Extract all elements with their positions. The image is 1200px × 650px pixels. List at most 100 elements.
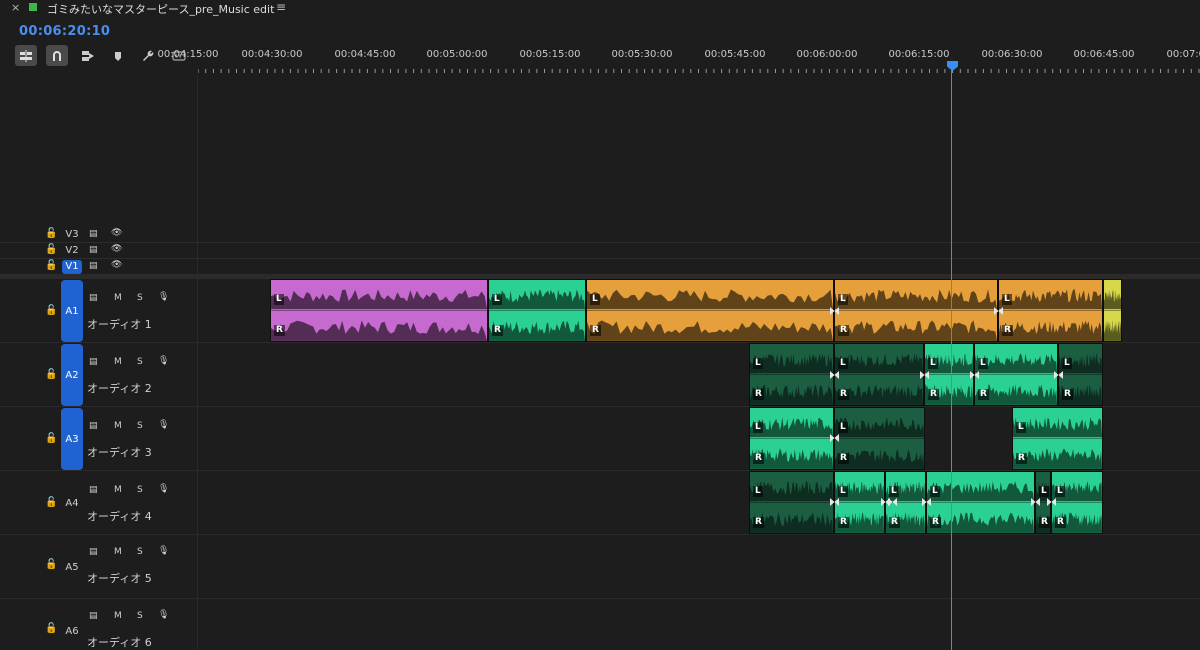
sync-lock-icon[interactable]: ▤ bbox=[89, 547, 98, 557]
sequence-tab[interactable]: × ゴミみたいなマスターピース_pre_Music edit ≡ bbox=[0, 0, 1200, 18]
mute-button[interactable]: M bbox=[114, 547, 122, 557]
sync-lock-icon[interactable]: ▤ bbox=[89, 485, 98, 495]
lock-icon[interactable]: 🔓 bbox=[45, 623, 57, 634]
audio-clip[interactable]: LR bbox=[1051, 471, 1103, 534]
ruler-label: 00:07:00:00 bbox=[1166, 49, 1200, 60]
track-target-a3[interactable]: A3 bbox=[61, 408, 83, 470]
mute-button[interactable]: M bbox=[114, 357, 122, 367]
solo-button[interactable]: S bbox=[137, 485, 143, 495]
audio-clip[interactable]: LR bbox=[834, 471, 885, 534]
left-channel: L bbox=[975, 344, 1057, 375]
eye-icon[interactable]: 👁 bbox=[111, 260, 122, 270]
playhead-line[interactable] bbox=[951, 70, 952, 650]
panel-menu-icon[interactable]: ≡ bbox=[276, 0, 286, 14]
audio-clip[interactable]: LR bbox=[926, 471, 1035, 534]
close-icon[interactable]: × bbox=[11, 1, 20, 14]
lock-icon[interactable]: 🔓 bbox=[45, 433, 57, 444]
audio-clip[interactable]: LR bbox=[998, 279, 1103, 342]
solo-button[interactable]: S bbox=[137, 547, 143, 557]
linked-selection-button[interactable] bbox=[77, 45, 99, 66]
audio-clip[interactable]: LR bbox=[834, 407, 925, 470]
audio-clip[interactable]: LR bbox=[974, 343, 1058, 406]
left-channel: L bbox=[271, 280, 487, 311]
audio-clip[interactable]: LR bbox=[1012, 407, 1103, 470]
insert-overwrite-icon bbox=[20, 49, 32, 62]
lock-icon[interactable]: 🔓 bbox=[45, 228, 57, 239]
waveform-path bbox=[1013, 417, 1102, 438]
mute-button[interactable]: M bbox=[114, 421, 122, 431]
microphone-icon[interactable]: 🎙 bbox=[158, 484, 169, 494]
sync-lock-icon[interactable]: ▤ bbox=[89, 357, 98, 367]
audio-clip[interactable]: LR bbox=[749, 343, 834, 406]
audio-clip[interactable]: LR bbox=[834, 343, 924, 406]
sequence-title[interactable]: ゴミみたいなマスターピース_pre_Music edit bbox=[47, 1, 274, 17]
sync-lock-icon[interactable]: ▤ bbox=[89, 421, 98, 431]
waveform bbox=[489, 320, 585, 341]
track-v2[interactable]: 🔓 V2 ▤ 👁 bbox=[0, 243, 1200, 259]
track-v3[interactable]: 🔓 V3 ▤ 👁 bbox=[0, 227, 1200, 243]
audio-clip[interactable]: LR bbox=[586, 279, 834, 342]
track-target-a4[interactable]: A4 bbox=[61, 472, 83, 534]
lock-icon[interactable]: 🔓 bbox=[45, 369, 57, 380]
sync-lock-icon[interactable]: ▤ bbox=[89, 245, 98, 255]
audio-clip[interactable]: LR bbox=[488, 279, 586, 342]
mute-button[interactable]: M bbox=[114, 293, 122, 303]
sync-lock-icon[interactable]: ▤ bbox=[89, 611, 98, 621]
right-channel: R bbox=[835, 438, 924, 469]
time-ruler[interactable]: 00:04:15:00 00:04:30:00 00:04:45:00 00:0… bbox=[157, 44, 1200, 76]
left-channel: L bbox=[587, 280, 833, 311]
lock-icon[interactable]: 🔓 bbox=[45, 244, 57, 255]
track-target-v3[interactable]: V3 bbox=[62, 228, 82, 242]
playhead-timecode[interactable]: 00:06:20:10 bbox=[19, 24, 110, 39]
microphone-icon[interactable]: 🎙 bbox=[158, 420, 169, 430]
right-channel: R bbox=[835, 374, 923, 405]
track-v1[interactable]: 🔓 V1 ▤ 👁 bbox=[0, 259, 1200, 275]
left-channel: L bbox=[925, 344, 973, 375]
audio-clip[interactable]: LR bbox=[749, 407, 834, 470]
track-target-a1[interactable]: A1 bbox=[61, 280, 83, 342]
mute-button[interactable]: M bbox=[114, 485, 122, 495]
track-target-a6[interactable]: A6 bbox=[61, 600, 83, 650]
audio-clip[interactable]: LR bbox=[924, 343, 974, 406]
solo-button[interactable]: S bbox=[137, 357, 143, 367]
microphone-icon[interactable]: 🎙 bbox=[158, 356, 169, 366]
audio-clip[interactable]: LR bbox=[749, 471, 834, 534]
mute-button[interactable]: M bbox=[114, 611, 122, 621]
audio-clip[interactable] bbox=[1103, 279, 1122, 342]
track-a6[interactable]: 🔓 A6 ▤ M S 🎙 オーディオ 6 bbox=[0, 599, 1200, 650]
track-name: オーディオ 4 bbox=[87, 510, 152, 523]
audio-clip[interactable]: LR bbox=[834, 279, 998, 342]
audio-clip[interactable]: LR bbox=[1058, 343, 1103, 406]
track-a5[interactable]: 🔓 A5 ▤ M S 🎙 オーディオ 5 bbox=[0, 535, 1200, 599]
microphone-icon[interactable]: 🎙 bbox=[158, 292, 169, 302]
sync-lock-icon[interactable]: ▤ bbox=[89, 229, 98, 239]
insert-overwrite-button[interactable] bbox=[15, 45, 37, 66]
track-target-v2[interactable]: V2 bbox=[62, 244, 82, 258]
solo-button[interactable]: S bbox=[137, 421, 143, 431]
sync-lock-icon[interactable]: ▤ bbox=[89, 261, 98, 271]
snap-button[interactable] bbox=[46, 45, 68, 66]
solo-button[interactable]: S bbox=[137, 293, 143, 303]
lock-icon[interactable]: 🔓 bbox=[45, 305, 57, 316]
audio-clip[interactable]: LR bbox=[270, 279, 488, 342]
add-marker-button[interactable] bbox=[107, 45, 129, 66]
track-target-a5[interactable]: A5 bbox=[61, 536, 83, 598]
sync-lock-icon[interactable]: ▤ bbox=[89, 293, 98, 303]
eye-icon[interactable]: 👁 bbox=[111, 228, 122, 238]
lock-icon[interactable]: 🔓 bbox=[45, 260, 57, 271]
channel-label-left: L bbox=[590, 294, 600, 305]
solo-button[interactable]: S bbox=[137, 611, 143, 621]
lock-icon[interactable]: 🔓 bbox=[45, 497, 57, 508]
eye-icon[interactable]: 👁 bbox=[111, 244, 122, 254]
ruler-label: 00:06:00:00 bbox=[796, 49, 858, 60]
track-target-a2[interactable]: A2 bbox=[61, 344, 83, 406]
timeline-settings-button[interactable] bbox=[137, 45, 159, 66]
track-target-v1[interactable]: V1 bbox=[62, 260, 82, 274]
waveform-path bbox=[835, 353, 923, 374]
linked-selection-icon bbox=[82, 50, 94, 61]
channel-label-right: R bbox=[492, 324, 503, 336]
lock-icon[interactable]: 🔓 bbox=[45, 559, 57, 570]
microphone-icon[interactable]: 🎙 bbox=[158, 610, 169, 620]
microphone-icon[interactable]: 🎙 bbox=[158, 546, 169, 556]
waveform bbox=[835, 417, 924, 438]
